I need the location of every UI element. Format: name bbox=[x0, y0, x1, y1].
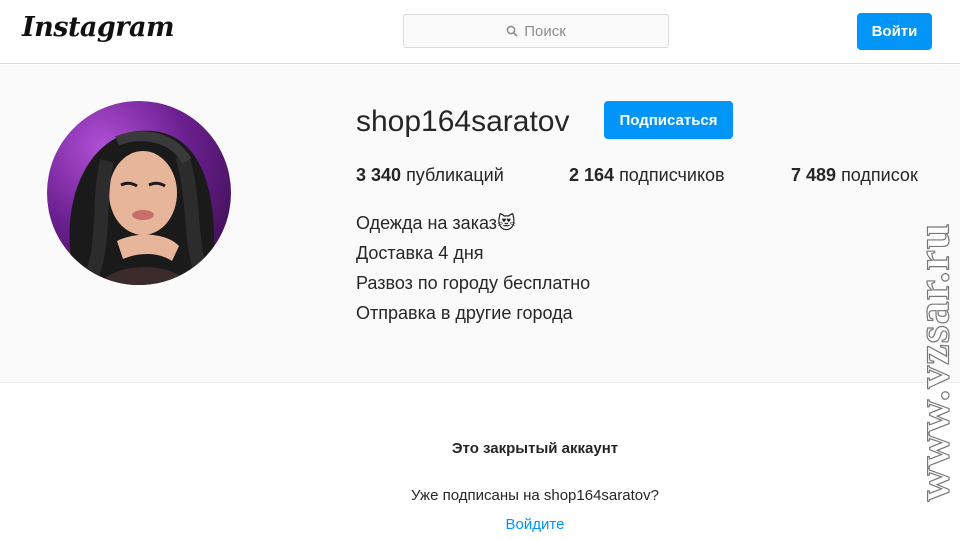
following-count-label: подписок bbox=[841, 165, 918, 185]
login-button[interactable]: Войти bbox=[857, 13, 932, 50]
private-account-title: Это закрытый аккаунт bbox=[451, 440, 619, 457]
profile-header: shop164saratov Подписаться 3 340 публика… bbox=[0, 65, 960, 383]
followers-count-label: подписчиков bbox=[619, 165, 725, 185]
profile-avatar[interactable] bbox=[47, 101, 231, 285]
bio-line: Отправка в другие города bbox=[356, 303, 573, 323]
bio-line: Развоз по городу бесплатно bbox=[356, 273, 591, 293]
top-navigation-bar: Instagram Поиск Войти bbox=[0, 0, 960, 64]
avatar-illustration bbox=[69, 130, 215, 285]
search-input[interactable]: Поиск bbox=[403, 14, 669, 48]
following-count-value: 7 489 bbox=[791, 165, 837, 185]
posts-count: 3 340 публикаций bbox=[356, 165, 504, 186]
search-placeholder: Поиск bbox=[524, 22, 566, 40]
posts-count-label: публикаций bbox=[406, 165, 504, 185]
bio-line: Одежда на заказ😻 bbox=[356, 213, 516, 233]
bio-line: Доставка 4 дня bbox=[356, 243, 484, 263]
site-watermark: www.vzsar.ru bbox=[907, 200, 959, 525]
instagram-logo[interactable]: Instagram bbox=[22, 12, 175, 43]
posts-count-value: 3 340 bbox=[356, 165, 402, 185]
search-icon bbox=[506, 25, 518, 37]
followers-count[interactable]: 2 164 подписчиков bbox=[569, 165, 725, 186]
followers-count-value: 2 164 bbox=[569, 165, 615, 185]
private-account-question: Уже подписаны на shop164saratov? bbox=[411, 487, 659, 504]
follow-button[interactable]: Подписаться bbox=[604, 101, 733, 139]
profile-username: shop164saratov bbox=[356, 105, 570, 138]
login-link[interactable]: Войдите bbox=[0, 516, 960, 533]
watermark-text: www.vzsar.ru bbox=[907, 222, 959, 502]
following-count[interactable]: 7 489 подписок bbox=[791, 165, 918, 186]
